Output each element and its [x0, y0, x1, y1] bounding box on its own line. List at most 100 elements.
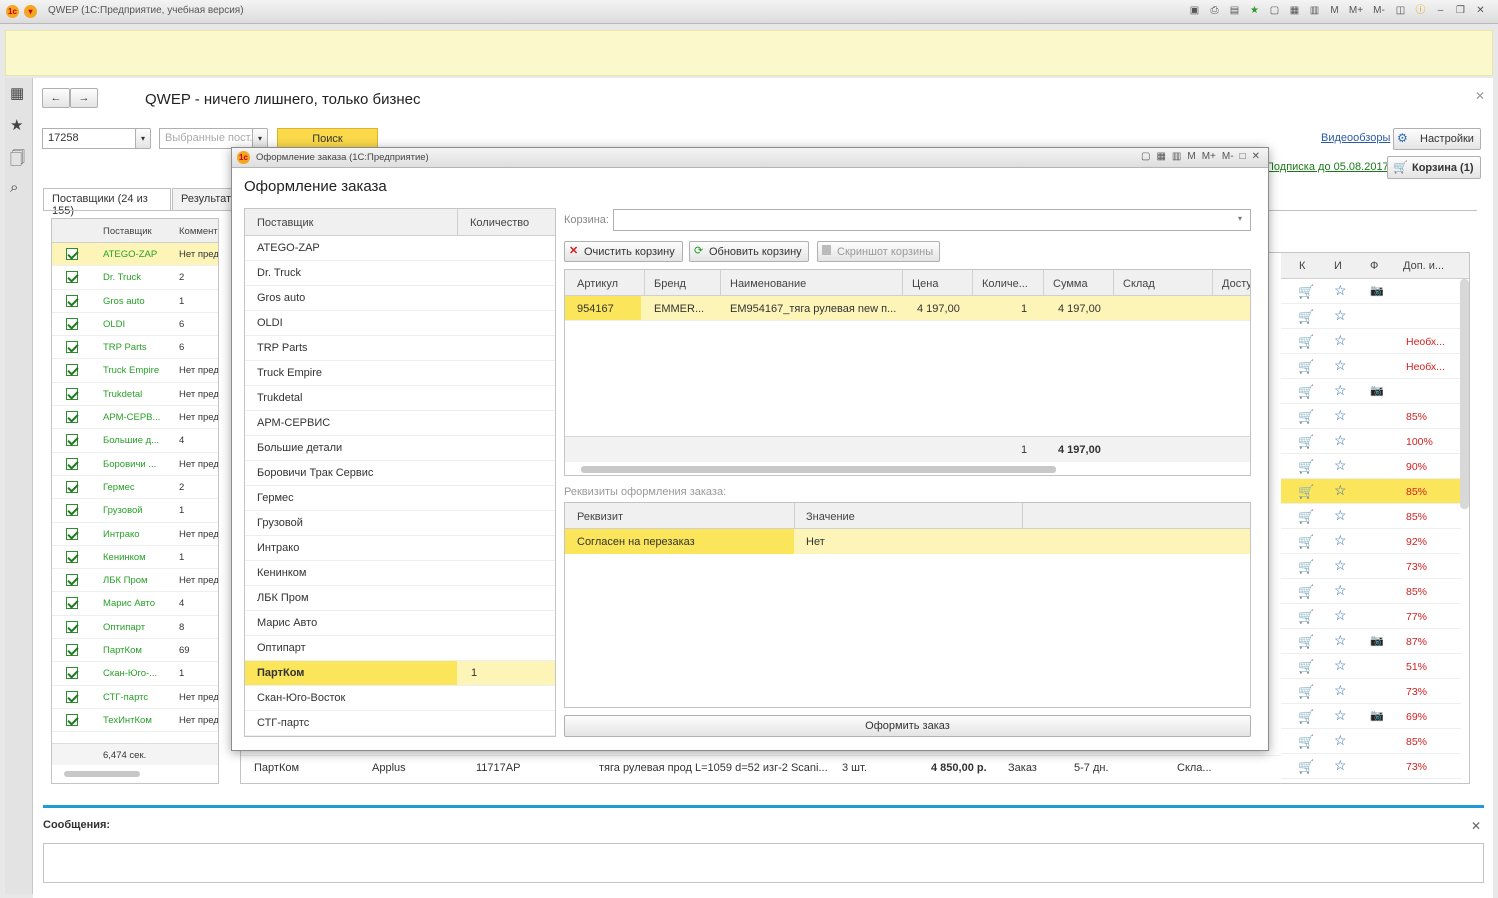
favorite-star-icon[interactable]: ☆: [1334, 482, 1347, 499]
back-button[interactable]: ←: [42, 88, 70, 108]
result-row[interactable]: 🛒 ☆ Необх...: [1281, 354, 1461, 379]
dialog-supplier-row[interactable]: Кенинком: [245, 561, 555, 586]
favorite-star-icon[interactable]: ☆: [1334, 657, 1347, 674]
messages-box[interactable]: [43, 843, 1484, 883]
row-checkbox[interactable]: [66, 504, 78, 517]
result-row[interactable]: ПартКом Applus 11717AP тяга рулевая прод…: [241, 755, 1281, 780]
table-row[interactable]: Большие д... 4: [52, 429, 218, 453]
video-link[interactable]: Видеообзоры: [1321, 132, 1390, 144]
dialog-supplier-row[interactable]: TRP Parts: [245, 336, 555, 361]
row-checkbox[interactable]: [66, 667, 78, 680]
add-to-cart-icon[interactable]: 🛒: [1298, 334, 1314, 350]
horizontal-scrollbar[interactable]: [64, 771, 140, 777]
result-row[interactable]: 🛒 ☆ 100%: [1281, 429, 1461, 454]
row-checkbox[interactable]: [66, 341, 78, 354]
table-row[interactable]: СТГ-партс Нет предл: [52, 686, 218, 709]
memory-mplus-button[interactable]: M+: [1347, 3, 1365, 18]
row-checkbox[interactable]: [66, 690, 78, 703]
add-to-cart-icon[interactable]: 🛒: [1298, 359, 1314, 375]
save-icon[interactable]: ▣: [1187, 3, 1202, 18]
result-row[interactable]: 🛒 ☆ 85%: [1281, 404, 1461, 429]
add-to-cart-icon[interactable]: 🛒: [1298, 459, 1314, 475]
messages-close-icon[interactable]: ✕: [1471, 819, 1481, 833]
add-to-cart-icon[interactable]: 🛒: [1298, 584, 1314, 600]
row-checkbox[interactable]: [66, 597, 78, 610]
preview-icon[interactable]: ▤: [1227, 3, 1242, 18]
favorite-star-icon[interactable]: ☆: [1334, 557, 1347, 574]
cart-horizontal-scrollbar[interactable]: [581, 466, 1056, 473]
result-row[interactable]: 🛒 ☆ 📷 69%: [1281, 704, 1461, 729]
dialog-supplier-row[interactable]: Большие детали: [245, 436, 555, 461]
result-row[interactable]: 🛒 ☆ Необх...: [1281, 329, 1461, 354]
favorite-star-icon[interactable]: ☆: [1334, 307, 1347, 324]
result-row[interactable]: 🛒 ☆ 92%: [1281, 529, 1461, 554]
cart-row[interactable]: 954167 EMMER... EM954167_тяга рулевая ne…: [565, 296, 1250, 321]
add-to-cart-icon[interactable]: 🛒: [1298, 609, 1314, 625]
camera-icon[interactable]: 📷: [1370, 384, 1384, 397]
cart-select-dropdown-icon[interactable]: ▾: [1238, 214, 1242, 223]
add-to-cart-icon[interactable]: 🛒: [1298, 309, 1314, 325]
result-row[interactable]: 🛒 ☆ 77%: [1281, 604, 1461, 629]
search-input[interactable]: 17258: [42, 128, 150, 149]
add-to-cart-icon[interactable]: 🛒: [1298, 534, 1314, 550]
menu-dropdown-icon[interactable]: ▾: [24, 5, 37, 18]
result-row[interactable]: 🛒 ☆ 📷: [1281, 379, 1461, 404]
add-to-cart-icon[interactable]: 🛒: [1298, 509, 1314, 525]
screenshot-cart-button[interactable]: Скриншот корзины: [817, 241, 940, 262]
favorite-star-icon[interactable]: ☆: [1334, 607, 1347, 624]
favorite-star-icon[interactable]: ☆: [1334, 682, 1347, 699]
favorite-star-icon[interactable]: ☆: [1334, 532, 1347, 549]
camera-icon[interactable]: 📷: [1370, 709, 1384, 722]
add-to-cart-icon[interactable]: 🛒: [1298, 409, 1314, 425]
dialog-supplier-row[interactable]: ПартКом 1: [245, 661, 555, 686]
close-form-icon[interactable]: ✕: [1475, 89, 1485, 103]
result-row[interactable]: 🛒 ☆ 73%: [1281, 554, 1461, 579]
search-dropdown-icon[interactable]: ▾: [135, 128, 151, 149]
result-row[interactable]: 🛒 ☆ 📷: [1281, 279, 1461, 304]
add-to-cart-icon[interactable]: 🛒: [1298, 384, 1314, 400]
refresh-cart-button[interactable]: Обновить корзину: [689, 241, 809, 262]
favorite-star-icon[interactable]: ☆: [1334, 632, 1347, 649]
add-to-cart-icon[interactable]: 🛒: [1298, 284, 1314, 300]
result-row[interactable]: 🛒 ☆ 85%: [1281, 504, 1461, 529]
dialog-supplier-row[interactable]: АРМ-СЕРВИС: [245, 411, 555, 436]
forward-button[interactable]: →: [70, 88, 98, 108]
table-row[interactable]: Dr. Truck 2: [52, 266, 218, 290]
calendar-icon[interactable]: ▦: [1287, 3, 1302, 18]
table-row[interactable]: ATEGO-ZAP Нет предл: [52, 243, 218, 267]
dialog-supplier-row[interactable]: Грузовой: [245, 511, 555, 536]
table-row[interactable]: OLDI 6: [52, 313, 218, 337]
suppliers-select[interactable]: Выбранные пост...: [159, 128, 267, 149]
result-row[interactable]: 🛒 ☆ 73%: [1281, 679, 1461, 704]
table-row[interactable]: Truck Empire Нет предл: [52, 359, 218, 383]
favorite-star-icon[interactable]: ☆: [1334, 382, 1347, 399]
favorite-star-icon[interactable]: ☆: [1334, 407, 1347, 424]
dialog-history-icon[interactable]: ▢: [1141, 151, 1150, 162]
row-checkbox[interactable]: [66, 457, 78, 470]
row-checkbox[interactable]: [66, 434, 78, 447]
table-row[interactable]: Гермес 2: [52, 476, 218, 500]
requisite-row[interactable]: Согласен на перезаказ Нет: [565, 529, 1250, 554]
dialog-supplier-row[interactable]: OLDI: [245, 311, 555, 336]
favorite-star-icon[interactable]: ☆: [1334, 757, 1347, 774]
minimize-icon[interactable]: –: [1433, 3, 1448, 18]
favorite-star-icon[interactable]: ☆: [1334, 582, 1347, 599]
restore-icon[interactable]: ❐: [1453, 3, 1468, 18]
table-row[interactable]: Марис Авто 4: [52, 592, 218, 616]
add-to-cart-icon[interactable]: 🛒: [1298, 634, 1314, 650]
row-checkbox[interactable]: [66, 480, 78, 493]
dialog-supplier-row[interactable]: Интрако: [245, 536, 555, 561]
result-row[interactable]: 🛒 ☆ 90%: [1281, 454, 1461, 479]
dialog-supplier-row[interactable]: Скан-Юго-Восток: [245, 686, 555, 711]
add-to-cart-icon[interactable]: 🛒: [1298, 684, 1314, 700]
history-icon[interactable]: 🗍: [10, 148, 25, 173]
row-checkbox[interactable]: [66, 527, 78, 540]
add-to-cart-icon[interactable]: 🛒: [1298, 759, 1314, 775]
table-row[interactable]: Gros auto 1: [52, 290, 218, 313]
suppliers-dropdown-icon[interactable]: ▾: [252, 128, 268, 149]
table-row[interactable]: АРМ-СЕРВ... Нет предл: [52, 406, 218, 430]
table-row[interactable]: Интрако Нет предл: [52, 523, 218, 546]
table-row[interactable]: ПартКом 69: [52, 639, 218, 663]
camera-icon[interactable]: 📷: [1370, 634, 1384, 647]
dialog-supplier-row[interactable]: Dr. Truck: [245, 261, 555, 286]
